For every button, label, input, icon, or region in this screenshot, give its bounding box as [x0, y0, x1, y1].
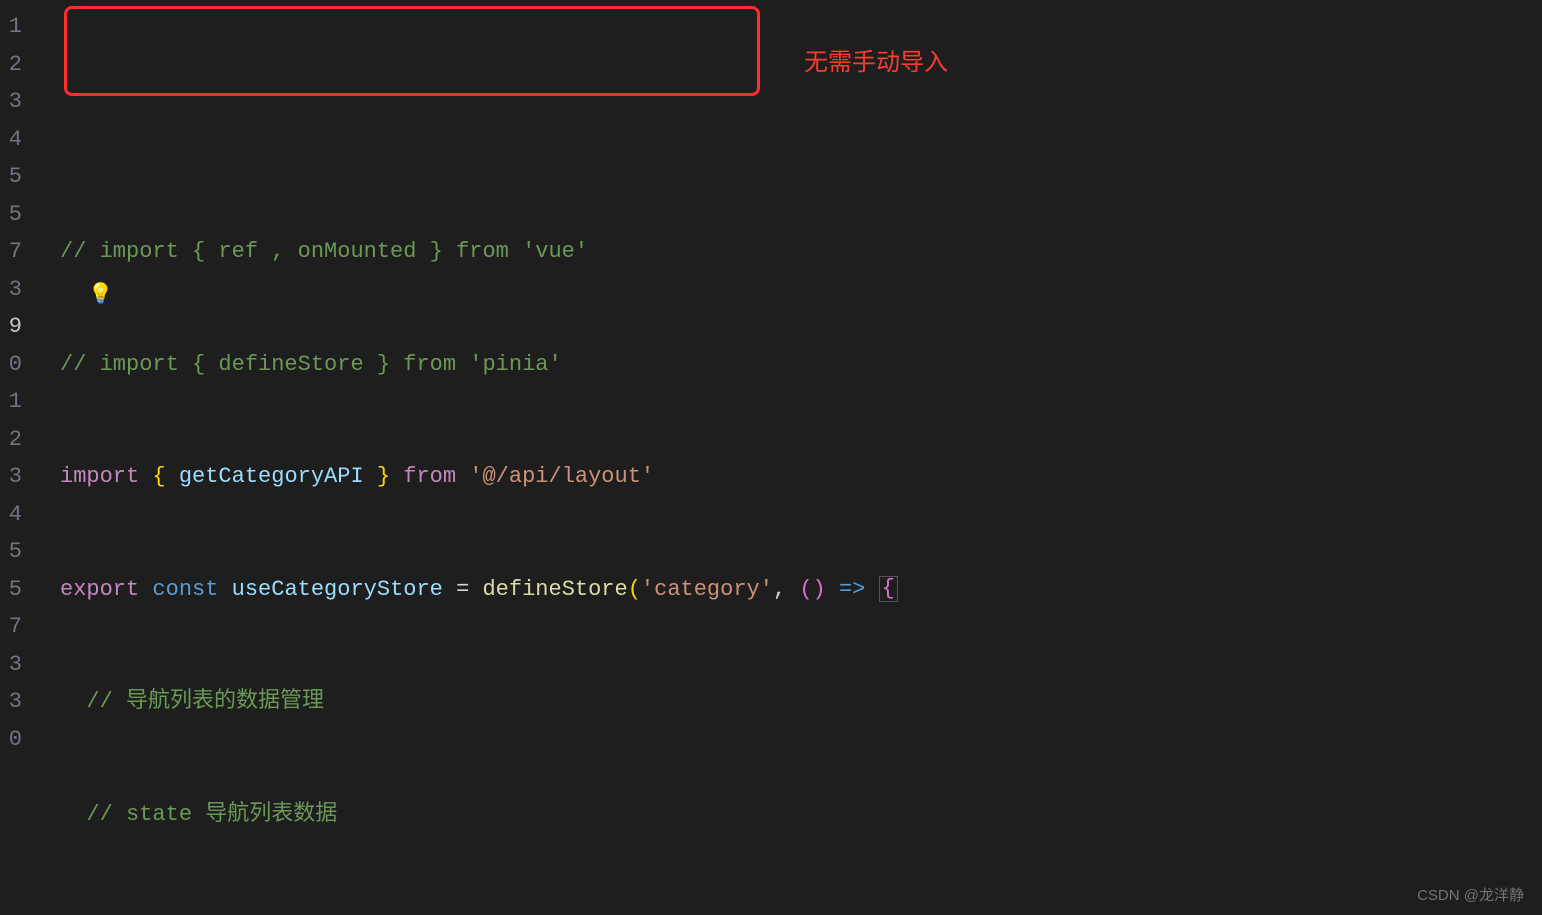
- lightbulb-icon[interactable]: 💡: [88, 277, 113, 315]
- watermark-text: CSDN @龙洋静: [1417, 884, 1524, 905]
- code-editor[interactable]: 1 2 3 4 5 5 7 3 9 0 1 2 3 4 5 5 7 3 3 0 …: [0, 0, 1542, 915]
- line-number: 2: [0, 46, 22, 84]
- line-number: 2: [0, 421, 22, 459]
- code-line[interactable]: // state 导航列表数据: [22, 796, 898, 834]
- line-number: 3: [0, 83, 22, 121]
- line-number: 5: [0, 196, 22, 234]
- code-line[interactable]: export const useCategoryStore = defineSt…: [22, 571, 898, 609]
- code-line[interactable]: // import { defineStore } from 'pinia': [22, 346, 898, 384]
- line-number-gutter: 1 2 3 4 5 5 7 3 9 0 1 2 3 4 5 5 7 3 3 0: [0, 0, 22, 915]
- annotation-text: 无需手动导入: [804, 44, 948, 82]
- code-line[interactable]: import { getCategoryAPI } from '@/api/la…: [22, 458, 898, 496]
- line-number: 5: [0, 158, 22, 196]
- line-number: 0: [0, 721, 22, 759]
- line-number: 4: [0, 496, 22, 534]
- line-number: 3: [0, 271, 22, 309]
- annotation-box: [64, 6, 760, 96]
- code-area[interactable]: 无需手动导入 // import { ref , onMounted } fro…: [22, 0, 898, 915]
- code-line[interactable]: // 导航列表的数据管理: [22, 683, 898, 721]
- code-line[interactable]: const categoryList = ref([]): [22, 908, 898, 915]
- line-number: 3: [0, 458, 22, 496]
- line-number: 0: [0, 346, 22, 384]
- line-number: 7: [0, 233, 22, 271]
- line-number: 3: [0, 646, 22, 684]
- line-number: 4: [0, 121, 22, 159]
- line-number: 1: [0, 383, 22, 421]
- line-number: 5: [0, 533, 22, 571]
- line-number: 5: [0, 571, 22, 609]
- line-number: 3: [0, 683, 22, 721]
- line-number: 1: [0, 8, 22, 46]
- line-number: 9: [0, 308, 22, 346]
- line-number: 7: [0, 608, 22, 646]
- matching-brace-highlight: {: [879, 576, 898, 602]
- code-line[interactable]: // import { ref , onMounted } from 'vue': [22, 233, 898, 271]
